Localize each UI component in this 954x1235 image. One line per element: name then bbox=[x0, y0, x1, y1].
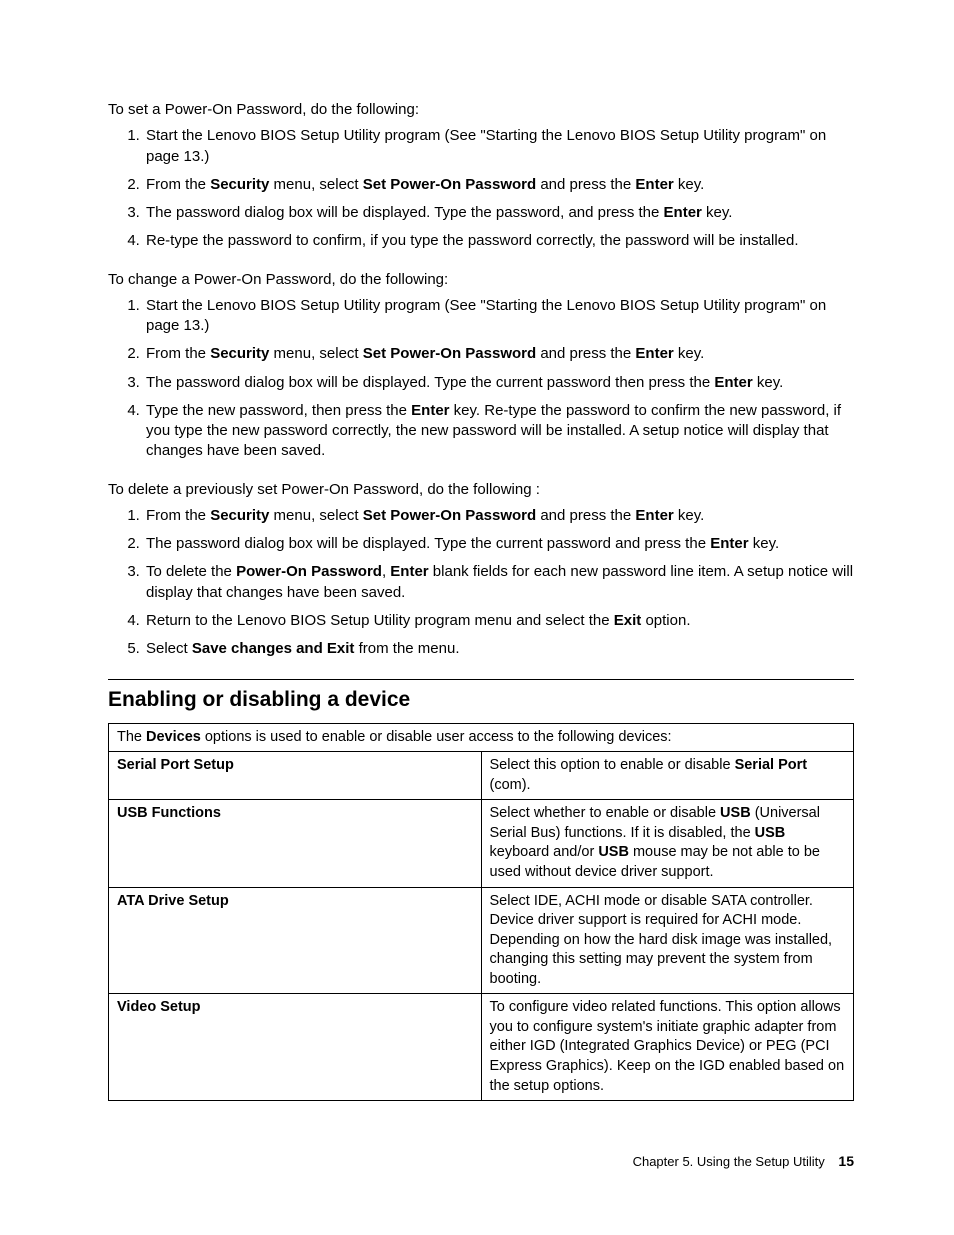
row-label: Video Setup bbox=[109, 994, 482, 1101]
set-password-intro: To set a Power-On Password, do the follo… bbox=[108, 100, 854, 120]
row-desc: Select whether to enable or disable USB … bbox=[481, 800, 854, 887]
row-label: Serial Port Setup bbox=[109, 752, 482, 800]
set-password-steps: Start the Lenovo BIOS Setup Utility prog… bbox=[108, 126, 854, 251]
table-intro-cell: The Devices options is used to enable or… bbox=[109, 723, 854, 752]
list-item: Select Save changes and Exit from the me… bbox=[144, 639, 854, 659]
table-row: Video Setup To configure video related f… bbox=[109, 994, 854, 1101]
row-desc: Select IDE, ACHI mode or disable SATA co… bbox=[481, 887, 854, 994]
list-item: From the Security menu, select Set Power… bbox=[144, 344, 854, 364]
page-footer: Chapter 5. Using the Setup Utility 15 bbox=[633, 1152, 854, 1171]
row-desc: Select this option to enable or disable … bbox=[481, 752, 854, 800]
row-desc: To configure video related functions. Th… bbox=[481, 994, 854, 1101]
document-page: To set a Power-On Password, do the follo… bbox=[0, 0, 954, 1235]
list-item: Re-type the password to confirm, if you … bbox=[144, 231, 854, 251]
table-row: USB Functions Select whether to enable o… bbox=[109, 800, 854, 887]
devices-table: The Devices options is used to enable or… bbox=[108, 723, 854, 1102]
list-item: The password dialog box will be displaye… bbox=[144, 534, 854, 554]
list-item: The password dialog box will be displaye… bbox=[144, 373, 854, 393]
table-row: ATA Drive Setup Select IDE, ACHI mode or… bbox=[109, 887, 854, 994]
change-password-steps: Start the Lenovo BIOS Setup Utility prog… bbox=[108, 296, 854, 462]
list-item: The password dialog box will be displaye… bbox=[144, 203, 854, 223]
change-password-intro: To change a Power-On Password, do the fo… bbox=[108, 270, 854, 290]
footer-chapter: Chapter 5. Using the Setup Utility bbox=[633, 1154, 825, 1169]
section-heading-enabling-device: Enabling or disabling a device bbox=[108, 686, 854, 714]
footer-page-number: 15 bbox=[838, 1153, 854, 1169]
list-item: From the Security menu, select Set Power… bbox=[144, 175, 854, 195]
list-item: To delete the Power-On Password, Enter b… bbox=[144, 562, 854, 603]
list-item: From the Security menu, select Set Power… bbox=[144, 506, 854, 526]
list-item: Start the Lenovo BIOS Setup Utility prog… bbox=[144, 126, 854, 167]
row-label: ATA Drive Setup bbox=[109, 887, 482, 994]
delete-password-steps: From the Security menu, select Set Power… bbox=[108, 506, 854, 660]
table-row: Serial Port Setup Select this option to … bbox=[109, 752, 854, 800]
row-label: USB Functions bbox=[109, 800, 482, 887]
list-item: Return to the Lenovo BIOS Setup Utility … bbox=[144, 611, 854, 631]
list-item: Start the Lenovo BIOS Setup Utility prog… bbox=[144, 296, 854, 337]
delete-password-intro: To delete a previously set Power-On Pass… bbox=[108, 480, 854, 500]
list-item: Type the new password, then press the En… bbox=[144, 401, 854, 462]
section-divider bbox=[108, 679, 854, 680]
